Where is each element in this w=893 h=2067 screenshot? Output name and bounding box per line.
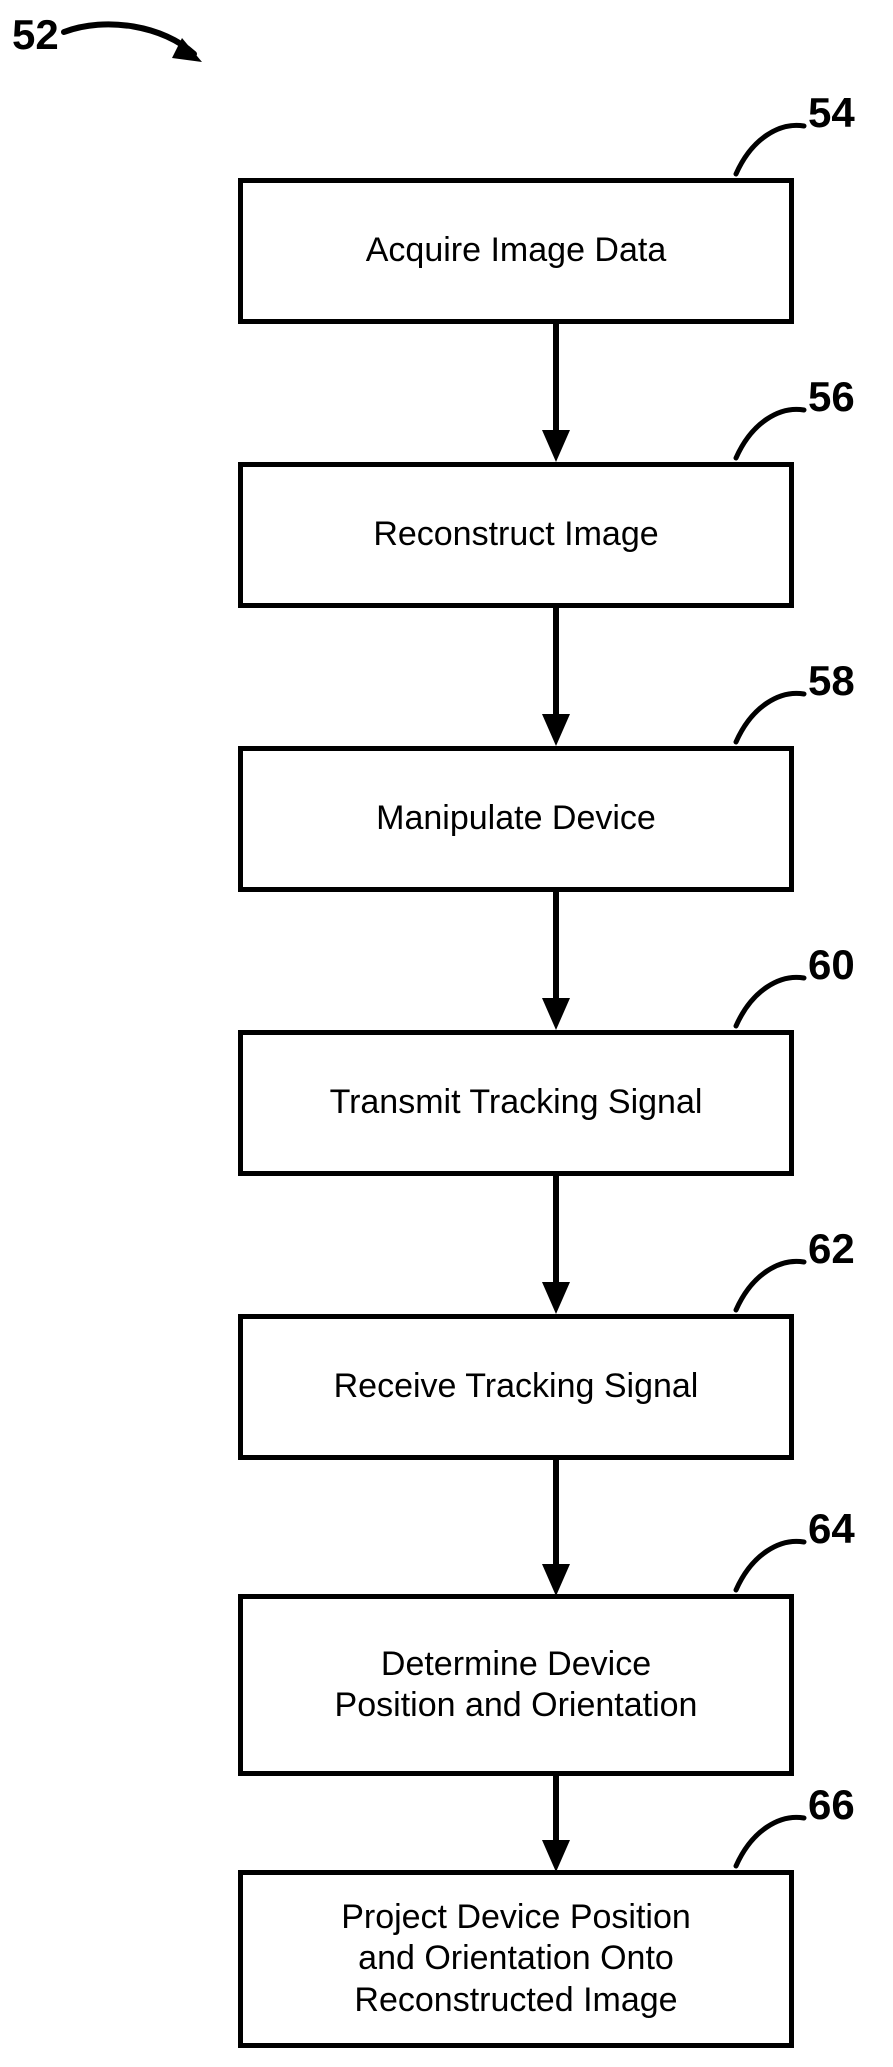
figure-number-label: 52 — [12, 11, 59, 58]
process-box-label: Reconstruct Image — [373, 515, 659, 554]
reference-numeral-54: 54 — [808, 89, 855, 136]
process-box-label: Receive Tracking Signal — [333, 1367, 699, 1406]
reference-leader-line-64-icon — [733, 1538, 807, 1593]
process-box-determine-device-position-and-orientation[interactable]: Determine Device Position and Orientatio… — [238, 1594, 794, 1776]
reference-leader-line-66-icon — [733, 1814, 807, 1869]
connector-arrow-64-to-66 — [542, 1774, 570, 1872]
process-box-manipulate-device[interactable]: Manipulate Device — [238, 746, 794, 892]
reference-numeral-58: 58 — [808, 657, 855, 704]
connector-arrow-58-to-60 — [542, 890, 570, 1030]
process-box-project-device-position-and-orientation[interactable]: Project Device Position and Orientation … — [238, 1870, 794, 2048]
process-box-label: Transmit Tracking Signal — [329, 1083, 703, 1122]
reference-numeral-62: 62 — [808, 1225, 855, 1272]
process-box-label: Determine Device Position and Orientatio… — [334, 1644, 698, 1724]
figure-leader-arrow-icon — [61, 21, 202, 62]
process-box-transmit-tracking-signal[interactable]: Transmit Tracking Signal — [238, 1030, 794, 1176]
process-box-acquire-image-data[interactable]: Acquire Image Data — [238, 178, 794, 324]
reference-leader-line-62-icon — [733, 1258, 807, 1313]
reference-leader-line-56-icon — [733, 406, 807, 461]
reference-numeral-60: 60 — [808, 941, 855, 988]
connector-arrow-56-to-58 — [542, 606, 570, 746]
flowchart-figure: 52 Acquire Image Data 54 Reconstruct Ima… — [0, 0, 893, 2067]
process-box-label: Manipulate Device — [376, 799, 656, 838]
reference-numeral-64: 64 — [808, 1505, 855, 1552]
process-box-reconstruct-image[interactable]: Reconstruct Image — [238, 462, 794, 608]
process-box-label: Project Device Position and Orientation … — [341, 1897, 691, 2019]
reference-leader-line-60-icon — [733, 974, 807, 1029]
reference-numeral-56: 56 — [808, 373, 855, 420]
process-box-label: Acquire Image Data — [365, 231, 667, 270]
process-box-receive-tracking-signal[interactable]: Receive Tracking Signal — [238, 1314, 794, 1460]
reference-numeral-66: 66 — [808, 1781, 855, 1828]
connector-arrow-54-to-56 — [542, 322, 570, 462]
reference-leader-line-54-icon — [733, 122, 807, 177]
reference-leader-line-58-icon — [733, 690, 807, 745]
connector-arrow-60-to-62 — [542, 1174, 570, 1314]
connector-arrow-62-to-64 — [542, 1458, 570, 1596]
